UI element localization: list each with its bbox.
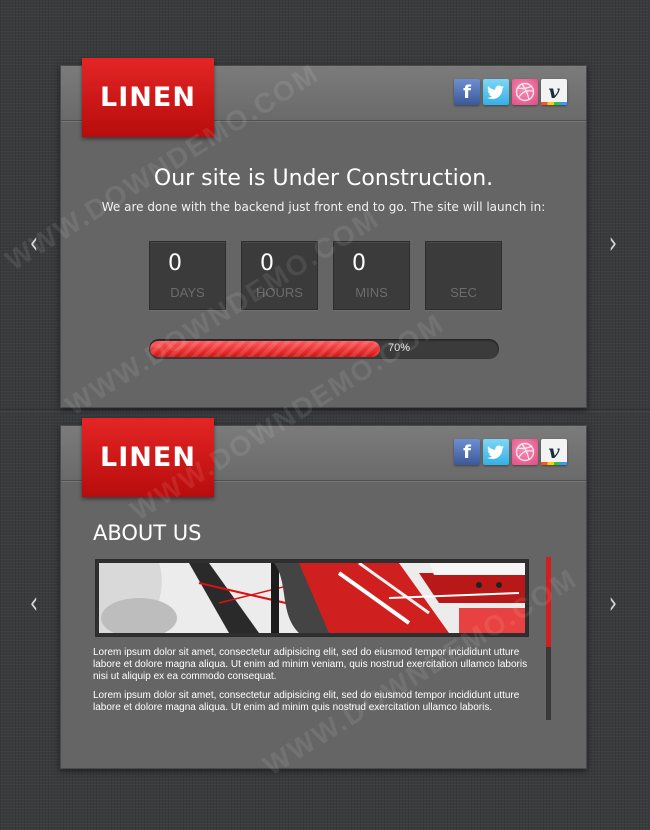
next-arrow-icon[interactable]: › bbox=[605, 226, 620, 261]
logo[interactable]: LINEN bbox=[82, 58, 214, 137]
prev-arrow-icon[interactable]: ‹ bbox=[26, 586, 41, 621]
scrollbar-thumb[interactable] bbox=[546, 557, 551, 647]
about-paragraph: Lorem ipsum dolor sit amet, consectetur … bbox=[93, 647, 528, 682]
about-image bbox=[95, 559, 529, 637]
countdown: 0 DAYS 0 HOURS 0 MINS SEC bbox=[149, 241, 502, 310]
scrollbar[interactable] bbox=[546, 557, 551, 720]
vimeo-icon[interactable]: v bbox=[541, 439, 567, 465]
countdown-label: MINS bbox=[355, 285, 388, 300]
dribbble-icon[interactable] bbox=[512, 79, 538, 105]
logo[interactable]: LINEN bbox=[82, 418, 214, 497]
page-title: Our site is Under Construction. bbox=[153, 166, 494, 191]
countdown-sec: SEC bbox=[425, 241, 502, 310]
countdown-value: 0 bbox=[260, 251, 274, 276]
progress-bar: 70% bbox=[149, 339, 499, 359]
twitter-icon[interactable] bbox=[483, 79, 509, 105]
countdown-hours: 0 HOURS bbox=[241, 241, 318, 310]
facebook-icon[interactable]: f bbox=[454, 79, 480, 105]
countdown-days: 0 DAYS bbox=[149, 241, 226, 310]
progress-fill bbox=[150, 341, 380, 357]
countdown-value: 0 bbox=[168, 251, 182, 276]
launch-subtitle: We are done with the backend just front … bbox=[101, 200, 546, 214]
section-divider bbox=[0, 409, 650, 412]
vimeo-icon[interactable]: v bbox=[541, 79, 567, 105]
social-links: f v bbox=[454, 439, 567, 465]
about-panel: LINEN f v ABOUT US Lorem ipsum dolor sit… bbox=[60, 418, 587, 769]
prev-arrow-icon[interactable]: ‹ bbox=[26, 226, 41, 261]
countdown-label: SEC bbox=[450, 285, 477, 300]
about-title: ABOUT US bbox=[93, 521, 202, 545]
countdown-mins: 0 MINS bbox=[333, 241, 410, 310]
dribbble-icon[interactable] bbox=[512, 439, 538, 465]
facebook-icon[interactable]: f bbox=[454, 439, 480, 465]
progress-label: 70% bbox=[388, 342, 411, 354]
countdown-label: DAYS bbox=[170, 285, 205, 300]
next-arrow-icon[interactable]: › bbox=[605, 586, 620, 621]
countdown-value: 0 bbox=[352, 251, 366, 276]
countdown-label: HOURS bbox=[256, 285, 303, 300]
twitter-icon[interactable] bbox=[483, 439, 509, 465]
social-links: f v bbox=[454, 79, 567, 105]
about-paragraph: Lorem ipsum dolor sit amet, consectetur … bbox=[93, 690, 520, 713]
construction-panel: LINEN f v Our site is Under Construction… bbox=[60, 58, 587, 408]
